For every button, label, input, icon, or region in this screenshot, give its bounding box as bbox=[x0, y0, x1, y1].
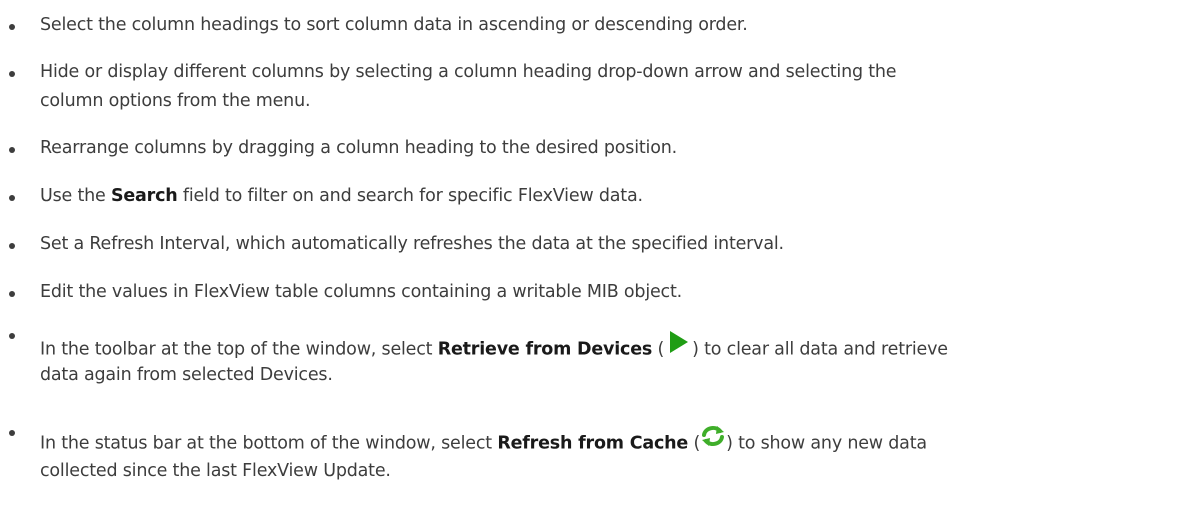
bullet-dot bbox=[9, 430, 15, 436]
refresh-arrow-head-bottom bbox=[702, 438, 711, 446]
item-text-close: ) to show any new data bbox=[726, 433, 927, 454]
item-text: In the status bar at the bottom of the w… bbox=[40, 425, 1184, 459]
bullet-dot bbox=[9, 24, 15, 30]
item-text: Use the Search field to filter on and se… bbox=[40, 183, 1184, 210]
item-text-continued: data again from selected Devices. bbox=[40, 365, 333, 385]
item-text-close: ) to clear all data and retrieve bbox=[692, 339, 948, 360]
search-term: Search bbox=[110, 186, 178, 206]
refresh-arrow-head-top bbox=[716, 426, 725, 434]
item-text: Set a Refresh Interval, which automatica… bbox=[40, 234, 784, 254]
item-text-open: ( bbox=[688, 433, 701, 454]
bullet-dot bbox=[9, 291, 15, 297]
refresh-from-cache-term: Refresh from Cache bbox=[497, 433, 689, 454]
item-text-before: In the status bar at the bottom of the w… bbox=[40, 433, 498, 454]
bullet-dot bbox=[9, 71, 15, 77]
item-text-open: ( bbox=[652, 339, 665, 360]
retrieve-from-devices-term: Retrieve from Devices bbox=[437, 339, 653, 360]
bullet-dot bbox=[9, 147, 15, 153]
play-icon bbox=[664, 329, 692, 364]
bullet-dot bbox=[9, 243, 15, 249]
play-icon-shape bbox=[670, 331, 689, 353]
item-text-after: field to filter on and search for specif… bbox=[177, 186, 643, 206]
item-text-continued: column options from the menu. bbox=[40, 91, 311, 111]
item-text: Hide or display different columns by sel… bbox=[40, 62, 897, 82]
item-text-before: Use the bbox=[40, 186, 111, 206]
item-text: Select the column headings to sort colum… bbox=[40, 15, 748, 35]
item-text: Edit the values in FlexView table column… bbox=[40, 282, 682, 302]
item-text-before: In the toolbar at the top of the window,… bbox=[40, 339, 438, 360]
item-text: Rearrange columns by dragging a column h… bbox=[40, 138, 677, 158]
item-text-continued: collected since the last FlexView Update… bbox=[40, 461, 391, 481]
bullet-dot bbox=[9, 195, 15, 201]
refresh-icon bbox=[700, 425, 726, 456]
bullet-dot bbox=[9, 333, 15, 339]
